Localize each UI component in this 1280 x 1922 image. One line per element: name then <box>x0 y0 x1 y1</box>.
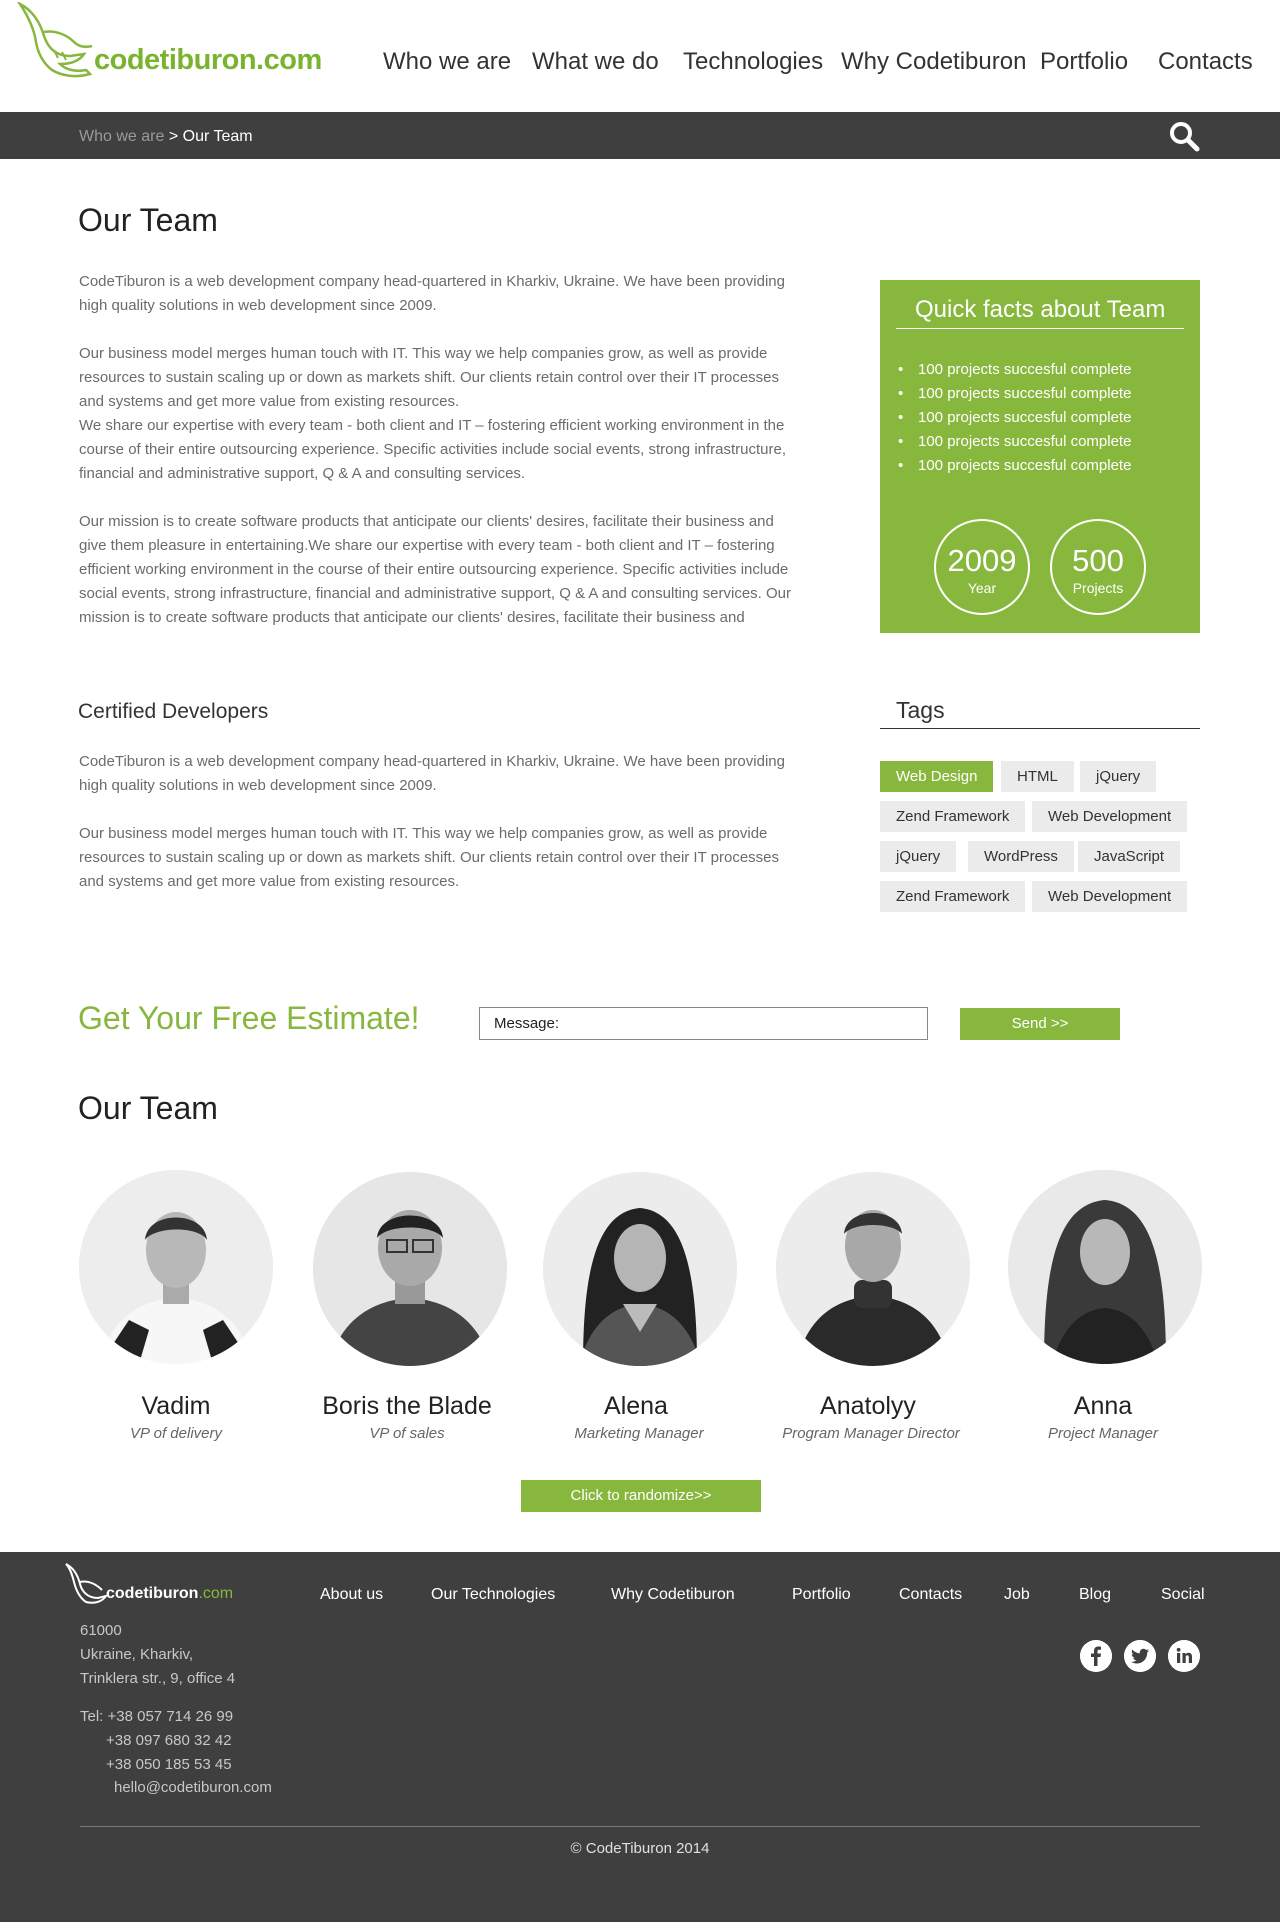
avatar[interactable] <box>1008 1170 1202 1364</box>
member-role: Program Manager Director <box>782 1425 960 1442</box>
footer-logo-suffix: .com <box>198 1585 234 1602</box>
list-item: 100 projects succesful complete <box>896 454 1196 478</box>
tag-zend-framework[interactable]: Zend Framework <box>880 881 1026 912</box>
breadcrumb-separator: > <box>168 128 179 145</box>
linkedin-icon[interactable] <box>1168 1640 1200 1672</box>
breadcrumb-current: Our Team <box>182 128 253 145</box>
nav-technologies[interactable]: Technologies <box>683 48 823 76</box>
tags-title: Tags <box>896 697 945 723</box>
avatar[interactable] <box>313 1172 507 1366</box>
stat-value: 2009 <box>947 543 1017 578</box>
page-title: Our Team <box>78 202 218 238</box>
tag-web-development[interactable]: Web Development <box>1032 801 1188 832</box>
list-item: 100 projects succesful complete <box>896 382 1196 406</box>
intro-paragraph: CodeTiburon is a web development company… <box>79 273 785 314</box>
facebook-icon[interactable] <box>1080 1640 1112 1672</box>
member-role: VP of sales <box>369 1425 445 1442</box>
member-role: VP of delivery <box>130 1425 222 1442</box>
tag-html[interactable]: HTML <box>1001 761 1074 792</box>
footer-nav-our-technologies[interactable]: Our Technologies <box>431 1586 555 1604</box>
team-title: Our Team <box>78 1090 218 1126</box>
footer-address-line: 61000 <box>80 1622 122 1639</box>
tag-web-design[interactable]: Web Design <box>880 761 994 792</box>
intro-paragraph: Our business model merges human touch wi… <box>79 345 780 410</box>
avatar[interactable] <box>543 1172 737 1366</box>
member-role: Marketing Manager <box>574 1425 704 1442</box>
nav-portfolio[interactable]: Portfolio <box>1040 48 1128 76</box>
footer-nav-why-codetiburon[interactable]: Why Codetiburon <box>611 1586 735 1604</box>
copyright: © CodeTiburon 2014 <box>570 1840 710 1857</box>
randomize-button[interactable]: Click to randomize>> <box>521 1480 761 1512</box>
intro-paragraph: We share our expertise with every team -… <box>79 417 787 482</box>
message-input[interactable] <box>479 1007 928 1040</box>
list-item: 100 projects succesful complete <box>896 430 1196 454</box>
footer-logo-name: codetiburon <box>106 1585 199 1602</box>
quick-facts-title: Quick facts about Team <box>915 296 1166 323</box>
stat-value: 500 <box>1072 543 1124 578</box>
footer-logo-text[interactable]: codetiburon.com <box>106 1585 233 1603</box>
certified-paragraph: CodeTiburon is a web development company… <box>79 753 785 794</box>
logo-text[interactable]: codetiburon.com <box>94 44 322 77</box>
footer-phone: +38 097 680 32 42 <box>106 1732 232 1749</box>
tag-wordpress[interactable]: WordPress <box>968 841 1074 872</box>
member-role: Project Manager <box>1047 1425 1159 1442</box>
tag-javascript[interactable]: JavaScript <box>1078 841 1181 872</box>
nav-why-codetiburon[interactable]: Why Codetiburon <box>841 48 1026 76</box>
footer-phone: Tel: +38 057 714 26 99 <box>80 1708 234 1725</box>
tag-jquery[interactable]: jQuery <box>1080 761 1157 792</box>
footer-nav-job[interactable]: Job <box>1004 1586 1030 1604</box>
stat-circle-projects: 500 Projects <box>1050 519 1146 615</box>
footer-divider <box>80 1826 1200 1827</box>
footer-nav-contacts[interactable]: Contacts <box>899 1586 962 1604</box>
intro-text: CodeTiburon is a web development company… <box>79 270 804 630</box>
tag-jquery[interactable]: jQuery <box>880 841 957 872</box>
member-name: Vadim <box>141 1392 211 1420</box>
list-item: 100 projects succesful complete <box>896 358 1196 382</box>
tag-zend-framework[interactable]: Zend Framework <box>880 801 1026 832</box>
nav-who-we-are[interactable]: Who we are <box>383 48 511 76</box>
member-name: Anna <box>1073 1392 1133 1420</box>
tag-web-development[interactable]: Web Development <box>1032 881 1188 912</box>
twitter-icon[interactable] <box>1124 1640 1156 1672</box>
search-icon[interactable] <box>1168 120 1200 152</box>
quick-facts-list: 100 projects succesful complete 100 proj… <box>896 358 1196 478</box>
send-button[interactable]: Send >> <box>960 1008 1120 1040</box>
certified-paragraph: Our business model merges human touch wi… <box>79 825 780 890</box>
avatar[interactable] <box>79 1170 273 1364</box>
stat-label: Year <box>967 580 997 596</box>
footer-nav-about-us[interactable]: About us <box>320 1586 383 1604</box>
intro-paragraph: Our mission is to create software produc… <box>79 513 792 626</box>
member-name: Alena <box>604 1392 668 1420</box>
footer-address-line: Ukraine, Kharkiv, <box>80 1646 194 1663</box>
divider <box>880 728 1200 729</box>
stat-circle-year: 2009 Year <box>934 519 1030 615</box>
certified-text: CodeTiburon is a web development company… <box>79 750 804 894</box>
footer-nav-portfolio[interactable]: Portfolio <box>792 1586 851 1604</box>
footer-nav-social[interactable]: Social <box>1161 1586 1205 1604</box>
divider <box>896 328 1184 329</box>
estimate-title: Get Your Free Estimate! <box>78 1000 420 1036</box>
certified-title: Certified Developers <box>78 700 269 723</box>
footer-address-line: Trinklera str., 9, office 4 <box>80 1670 236 1687</box>
footer-nav-blog[interactable]: Blog <box>1079 1586 1111 1604</box>
footer-phone: +38 050 185 53 45 <box>106 1756 232 1773</box>
list-item: 100 projects succesful complete <box>896 406 1196 430</box>
breadcrumb-parent[interactable]: Who we are <box>79 128 164 145</box>
footer-email-link[interactable]: hello@codetiburon.com <box>114 1776 272 1800</box>
nav-contacts[interactable]: Contacts <box>1158 48 1253 76</box>
avatar[interactable] <box>776 1172 970 1366</box>
breadcrumb: Who we are > Our Team <box>79 128 253 146</box>
member-name: Boris the Blade <box>322 1392 492 1420</box>
member-name: Anatolyy <box>820 1392 916 1420</box>
stat-label: Projects <box>1072 580 1124 596</box>
nav-what-we-do[interactable]: What we do <box>532 48 659 76</box>
